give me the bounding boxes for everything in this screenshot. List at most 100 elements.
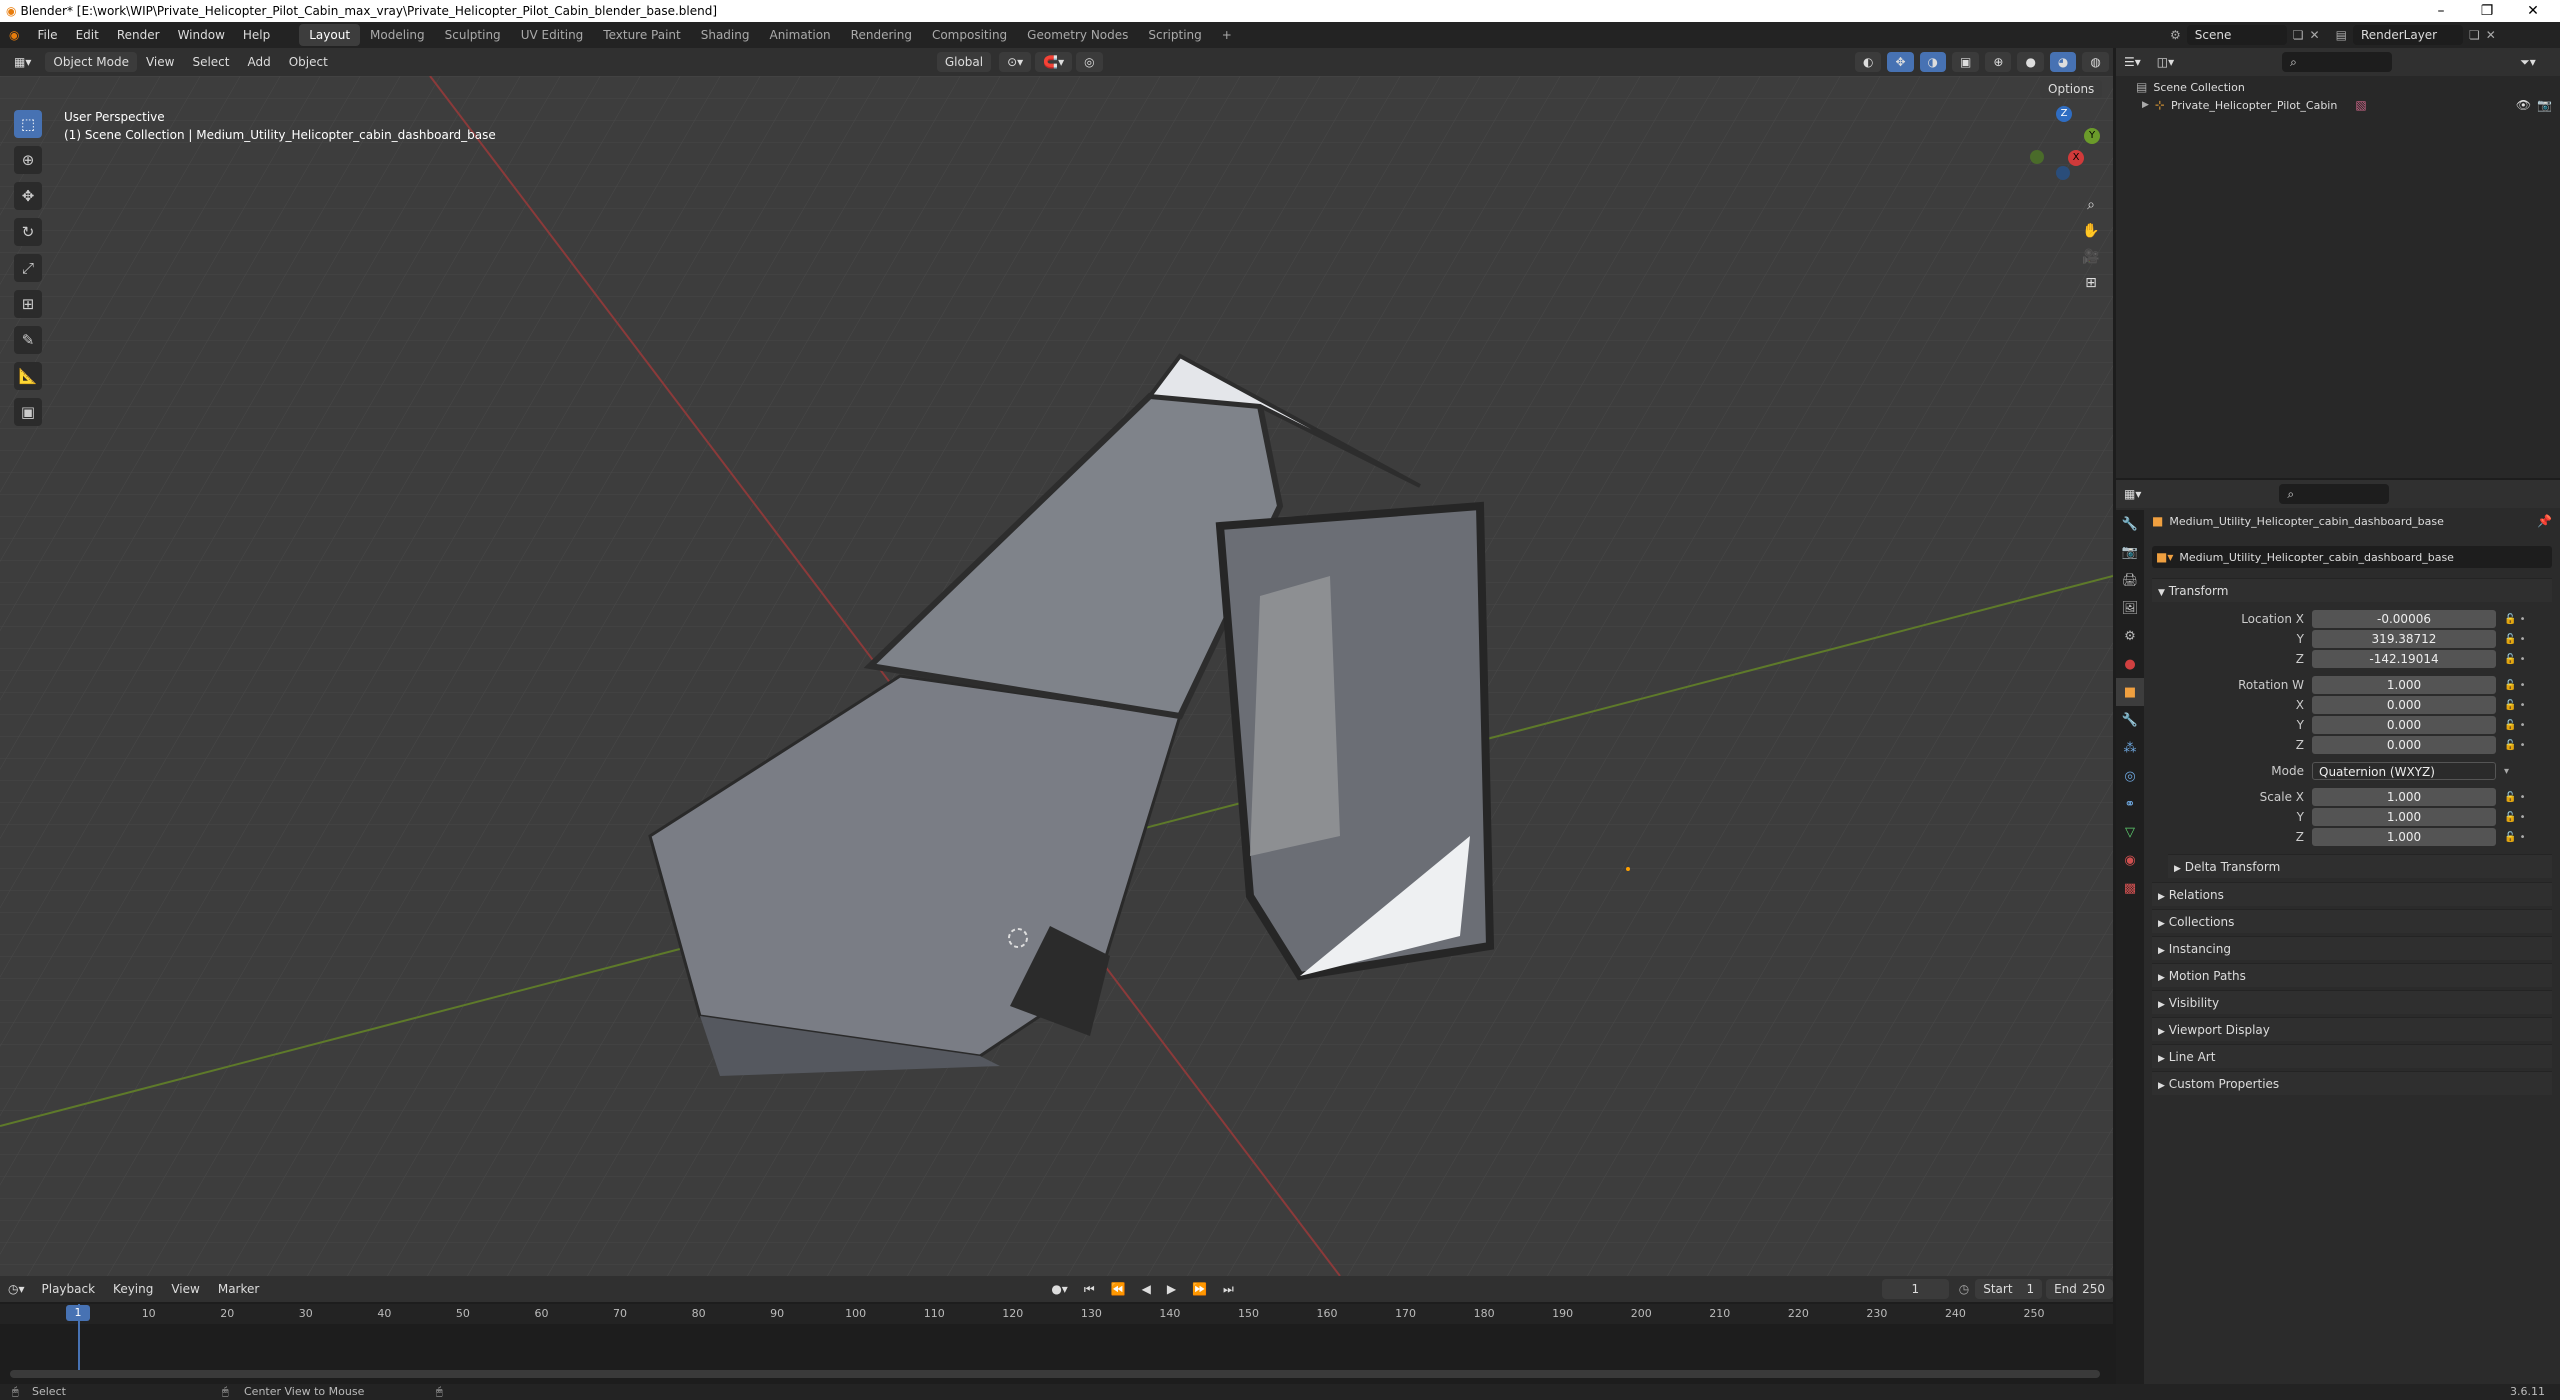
world-tab-icon[interactable]: ● bbox=[2116, 650, 2144, 678]
pin-icon[interactable]: 📌 bbox=[2537, 514, 2552, 528]
play-reverse-icon[interactable]: ◀ bbox=[1134, 1279, 1159, 1299]
lock-icon[interactable]: 🔓 • bbox=[2504, 832, 2544, 843]
prev-key-icon[interactable]: ⏪ bbox=[1103, 1279, 1134, 1299]
scene-tab-icon[interactable]: ⚙ bbox=[2116, 622, 2144, 650]
properties-search-input[interactable]: ⌕ bbox=[2279, 484, 2390, 504]
visibility-panel[interactable]: ▶ Visibility bbox=[2152, 990, 2552, 1014]
gizmo-neg-y[interactable] bbox=[2030, 150, 2044, 164]
visibility-icon[interactable]: ◐ bbox=[1855, 52, 1882, 72]
object-name-field[interactable]: Medium_Utility_Helicopter_cabin_dashboar… bbox=[2169, 515, 2444, 528]
minimize-button[interactable]: – bbox=[2418, 0, 2464, 22]
mode-selector[interactable]: Object Mode bbox=[45, 52, 137, 72]
close-button[interactable]: ✕ bbox=[2510, 0, 2556, 22]
shading-solid-icon[interactable]: ● bbox=[2017, 52, 2044, 72]
start-frame-field[interactable]: Start 1 bbox=[1975, 1279, 2043, 1299]
rotate-icon[interactable]: ↻ bbox=[14, 218, 42, 246]
add-workspace-button[interactable]: + bbox=[1212, 24, 1242, 46]
viewport-display-panel[interactable]: ▶ Viewport Display bbox=[2152, 1017, 2552, 1041]
view-layer-tab-icon[interactable]: 🖼 bbox=[2116, 594, 2144, 622]
blender-menu-icon[interactable]: ◉ bbox=[0, 22, 28, 48]
pivot-icon[interactable]: ⊙▾ bbox=[999, 52, 1032, 72]
custom-properties-panel[interactable]: ▶ Custom Properties bbox=[2152, 1071, 2552, 1095]
scene-selector[interactable]: Scene bbox=[2186, 25, 2287, 45]
tab-texture-paint[interactable]: Texture Paint bbox=[593, 24, 690, 46]
lock-icon[interactable]: 🔓 • bbox=[2504, 812, 2544, 823]
3d-viewport[interactable]: User Perspective (1) Scene Collection | … bbox=[0, 76, 2113, 1276]
annotate-icon[interactable]: ✎ bbox=[14, 326, 42, 354]
tool-tab-icon[interactable]: 🔧 bbox=[2116, 510, 2144, 538]
outliner-editor-icon[interactable]: ☰▾ bbox=[2116, 52, 2149, 72]
expand-arrow-icon[interactable]: ▶ bbox=[2142, 100, 2149, 110]
tab-modeling[interactable]: Modeling bbox=[360, 24, 435, 46]
current-frame-field[interactable]: 1 bbox=[1881, 1279, 1949, 1299]
tab-animation[interactable]: Animation bbox=[759, 24, 840, 46]
display-mode-icon[interactable]: ◫▾ bbox=[2149, 52, 2182, 72]
timeline-scrollbar[interactable] bbox=[10, 1370, 2100, 1378]
line-art-panel[interactable]: ▶ Line Art bbox=[2152, 1044, 2552, 1068]
menu-window[interactable]: Window bbox=[169, 22, 234, 48]
particles-tab-icon[interactable]: ⁂ bbox=[2116, 734, 2144, 762]
scale-y-field[interactable]: 1.000 bbox=[2312, 808, 2496, 826]
lock-icon[interactable]: 🔓 • bbox=[2504, 680, 2544, 691]
jump-end-icon[interactable]: ⏭ bbox=[1215, 1279, 1242, 1299]
cursor-icon[interactable]: ⊕ bbox=[14, 146, 42, 174]
new-scene-icon[interactable]: ❏ bbox=[2293, 28, 2304, 42]
outliner-root-row[interactable]: ▤ Scene Collection bbox=[2136, 80, 2245, 94]
gizmo-icon[interactable]: ✥ bbox=[1887, 52, 1914, 72]
zoom-icon[interactable]: ⌕ bbox=[2078, 192, 2104, 218]
timeline-menu-marker[interactable]: Marker bbox=[209, 1276, 268, 1302]
constraints-tab-icon[interactable]: ⚭ bbox=[2116, 790, 2144, 818]
lock-icon[interactable]: 🔓 • bbox=[2504, 700, 2544, 711]
menu-help[interactable]: Help bbox=[234, 22, 279, 48]
transform-icon[interactable]: ⊞ bbox=[14, 290, 42, 318]
tab-layout[interactable]: Layout bbox=[299, 24, 361, 46]
orientation-selector[interactable]: Global bbox=[936, 52, 992, 72]
tab-shading[interactable]: Shading bbox=[691, 24, 760, 46]
eye-icon[interactable]: 👁 bbox=[2516, 98, 2531, 112]
ortho-grid-icon[interactable]: ⊞ bbox=[2078, 270, 2104, 296]
navigation-gizmo[interactable]: Z Y X bbox=[2022, 106, 2102, 186]
next-key-icon[interactable]: ⏩ bbox=[1184, 1279, 1215, 1299]
lock-icon[interactable]: 🔓 • bbox=[2504, 654, 2544, 665]
options-button[interactable]: Options bbox=[2040, 80, 2103, 98]
playhead-frame-label[interactable]: 1 bbox=[66, 1305, 90, 1321]
scale-icon[interactable]: ⤢ bbox=[14, 254, 42, 282]
object-data-row[interactable]: ■▾ Medium_Utility_Helicopter_cabin_dashb… bbox=[2152, 546, 2552, 568]
frame-ruler[interactable]: 1102030405060708090100110120130140150160… bbox=[0, 1304, 2113, 1324]
gizmo-z[interactable]: Z bbox=[2056, 106, 2072, 122]
shading-material-icon[interactable]: ◕ bbox=[2049, 52, 2077, 72]
shading-rendered-icon[interactable]: ◍ bbox=[2082, 52, 2109, 72]
lock-icon[interactable]: 🔓 • bbox=[2504, 634, 2544, 645]
end-frame-field[interactable]: End 250 bbox=[2046, 1279, 2113, 1299]
menu-render[interactable]: Render bbox=[108, 22, 169, 48]
camera-view-icon[interactable]: 🎥 bbox=[2078, 244, 2104, 270]
rotation-x-field[interactable]: 0.000 bbox=[2312, 696, 2496, 714]
gizmo-x[interactable]: X bbox=[2068, 150, 2084, 166]
lock-icon[interactable]: 🔓 • bbox=[2504, 614, 2544, 625]
gizmo-y[interactable]: Y bbox=[2084, 128, 2100, 144]
gizmo-neg-z[interactable] bbox=[2056, 166, 2070, 180]
menu-file[interactable]: File bbox=[28, 22, 66, 48]
location-z-field[interactable]: -142.19014 bbox=[2312, 650, 2496, 668]
measure-icon[interactable]: 📐 bbox=[14, 362, 42, 390]
viewport-menu-select[interactable]: Select bbox=[183, 49, 238, 75]
tab-rendering[interactable]: Rendering bbox=[841, 24, 922, 46]
snap-icon[interactable]: 🧲▾ bbox=[1035, 52, 1073, 72]
tab-sculpting[interactable]: Sculpting bbox=[435, 24, 511, 46]
filter-icon[interactable]: ⏷▾ bbox=[2512, 52, 2544, 72]
editor-type-icon[interactable]: ▦▾ bbox=[6, 52, 39, 72]
record-icon[interactable]: ●▾ bbox=[1043, 1279, 1076, 1299]
material-tab-icon[interactable]: ◉ bbox=[2116, 846, 2144, 874]
transform-panel-header[interactable]: ▼ Transform bbox=[2152, 578, 2552, 602]
location-x-field[interactable]: -0.00006 bbox=[2312, 610, 2496, 628]
xray-icon[interactable]: ▣ bbox=[1952, 52, 1980, 72]
motion-paths-panel[interactable]: ▶ Motion Paths bbox=[2152, 963, 2552, 987]
rotation-y-field[interactable]: 0.000 bbox=[2312, 716, 2496, 734]
object-data-name[interactable]: Medium_Utility_Helicopter_cabin_dashboar… bbox=[2179, 551, 2454, 564]
viewport-menu-add[interactable]: Add bbox=[238, 49, 279, 75]
properties-editor-icon[interactable]: ▦▾ bbox=[2116, 484, 2149, 504]
modifier-tab-icon[interactable]: 🔧 bbox=[2116, 706, 2144, 734]
viewport-menu-object[interactable]: Object bbox=[280, 49, 337, 75]
camera-render-icon[interactable]: 📷 bbox=[2537, 98, 2552, 112]
lock-icon[interactable]: 🔓 • bbox=[2504, 792, 2544, 803]
